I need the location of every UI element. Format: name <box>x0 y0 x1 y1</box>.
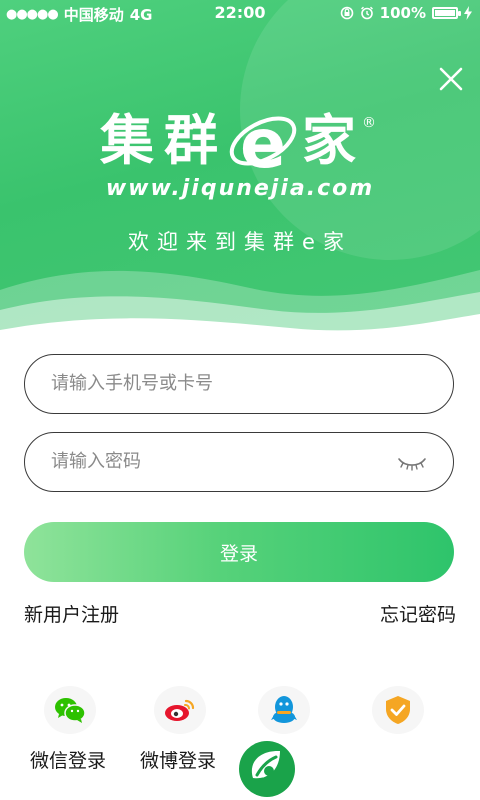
rotation-lock-icon <box>340 6 353 20</box>
qq-login-button[interactable] <box>258 686 310 734</box>
logo-char-2: 群 <box>164 109 218 172</box>
eye-closed-icon[interactable] <box>397 455 427 471</box>
phone-input[interactable] <box>51 355 391 412</box>
brand-logo: 集 群 e 家 ® <box>100 105 380 179</box>
wechat-login-label[interactable]: 微信登录 <box>30 746 106 773</box>
qq-icon <box>271 696 297 723</box>
alarm-icon <box>360 6 373 20</box>
battery-level <box>435 10 455 16</box>
weibo-login-button[interactable] <box>154 686 206 734</box>
verified-login-button[interactable] <box>372 686 424 734</box>
phone-field[interactable] <box>24 354 454 414</box>
login-button[interactable]: 登录 <box>24 522 454 582</box>
battery-icon <box>432 7 461 19</box>
logo-e-swoosh: e <box>229 105 297 179</box>
close-button[interactable] <box>434 62 468 96</box>
register-link[interactable]: 新用户注册 <box>24 600 119 627</box>
password-field[interactable] <box>24 432 454 492</box>
weibo-login-label[interactable]: 微博登录 <box>140 746 216 773</box>
brand-url: www.jiqunejia.com <box>105 176 375 201</box>
close-icon <box>439 67 463 91</box>
weibo-icon <box>165 699 195 721</box>
password-input[interactable] <box>51 433 391 490</box>
wechat-icon <box>55 698 86 723</box>
logo-char-1: 集 <box>100 109 154 172</box>
logo-char-3: 家 <box>302 109 356 172</box>
wechat-login-button[interactable] <box>44 686 96 734</box>
charging-icon <box>464 6 472 20</box>
forgot-password-link[interactable]: 忘记密码 <box>380 600 456 627</box>
shield-check-icon <box>386 696 410 724</box>
welcome-text: 欢迎来到集群e家 <box>128 230 352 254</box>
battery-percent: 100% <box>379 4 426 22</box>
leaf-logo-icon <box>239 741 295 797</box>
registered-mark: ® <box>362 115 376 131</box>
status-bar: ●●●●● 中国移动 4G 22:00 100% <box>0 0 480 26</box>
logo-e: e <box>240 105 286 179</box>
